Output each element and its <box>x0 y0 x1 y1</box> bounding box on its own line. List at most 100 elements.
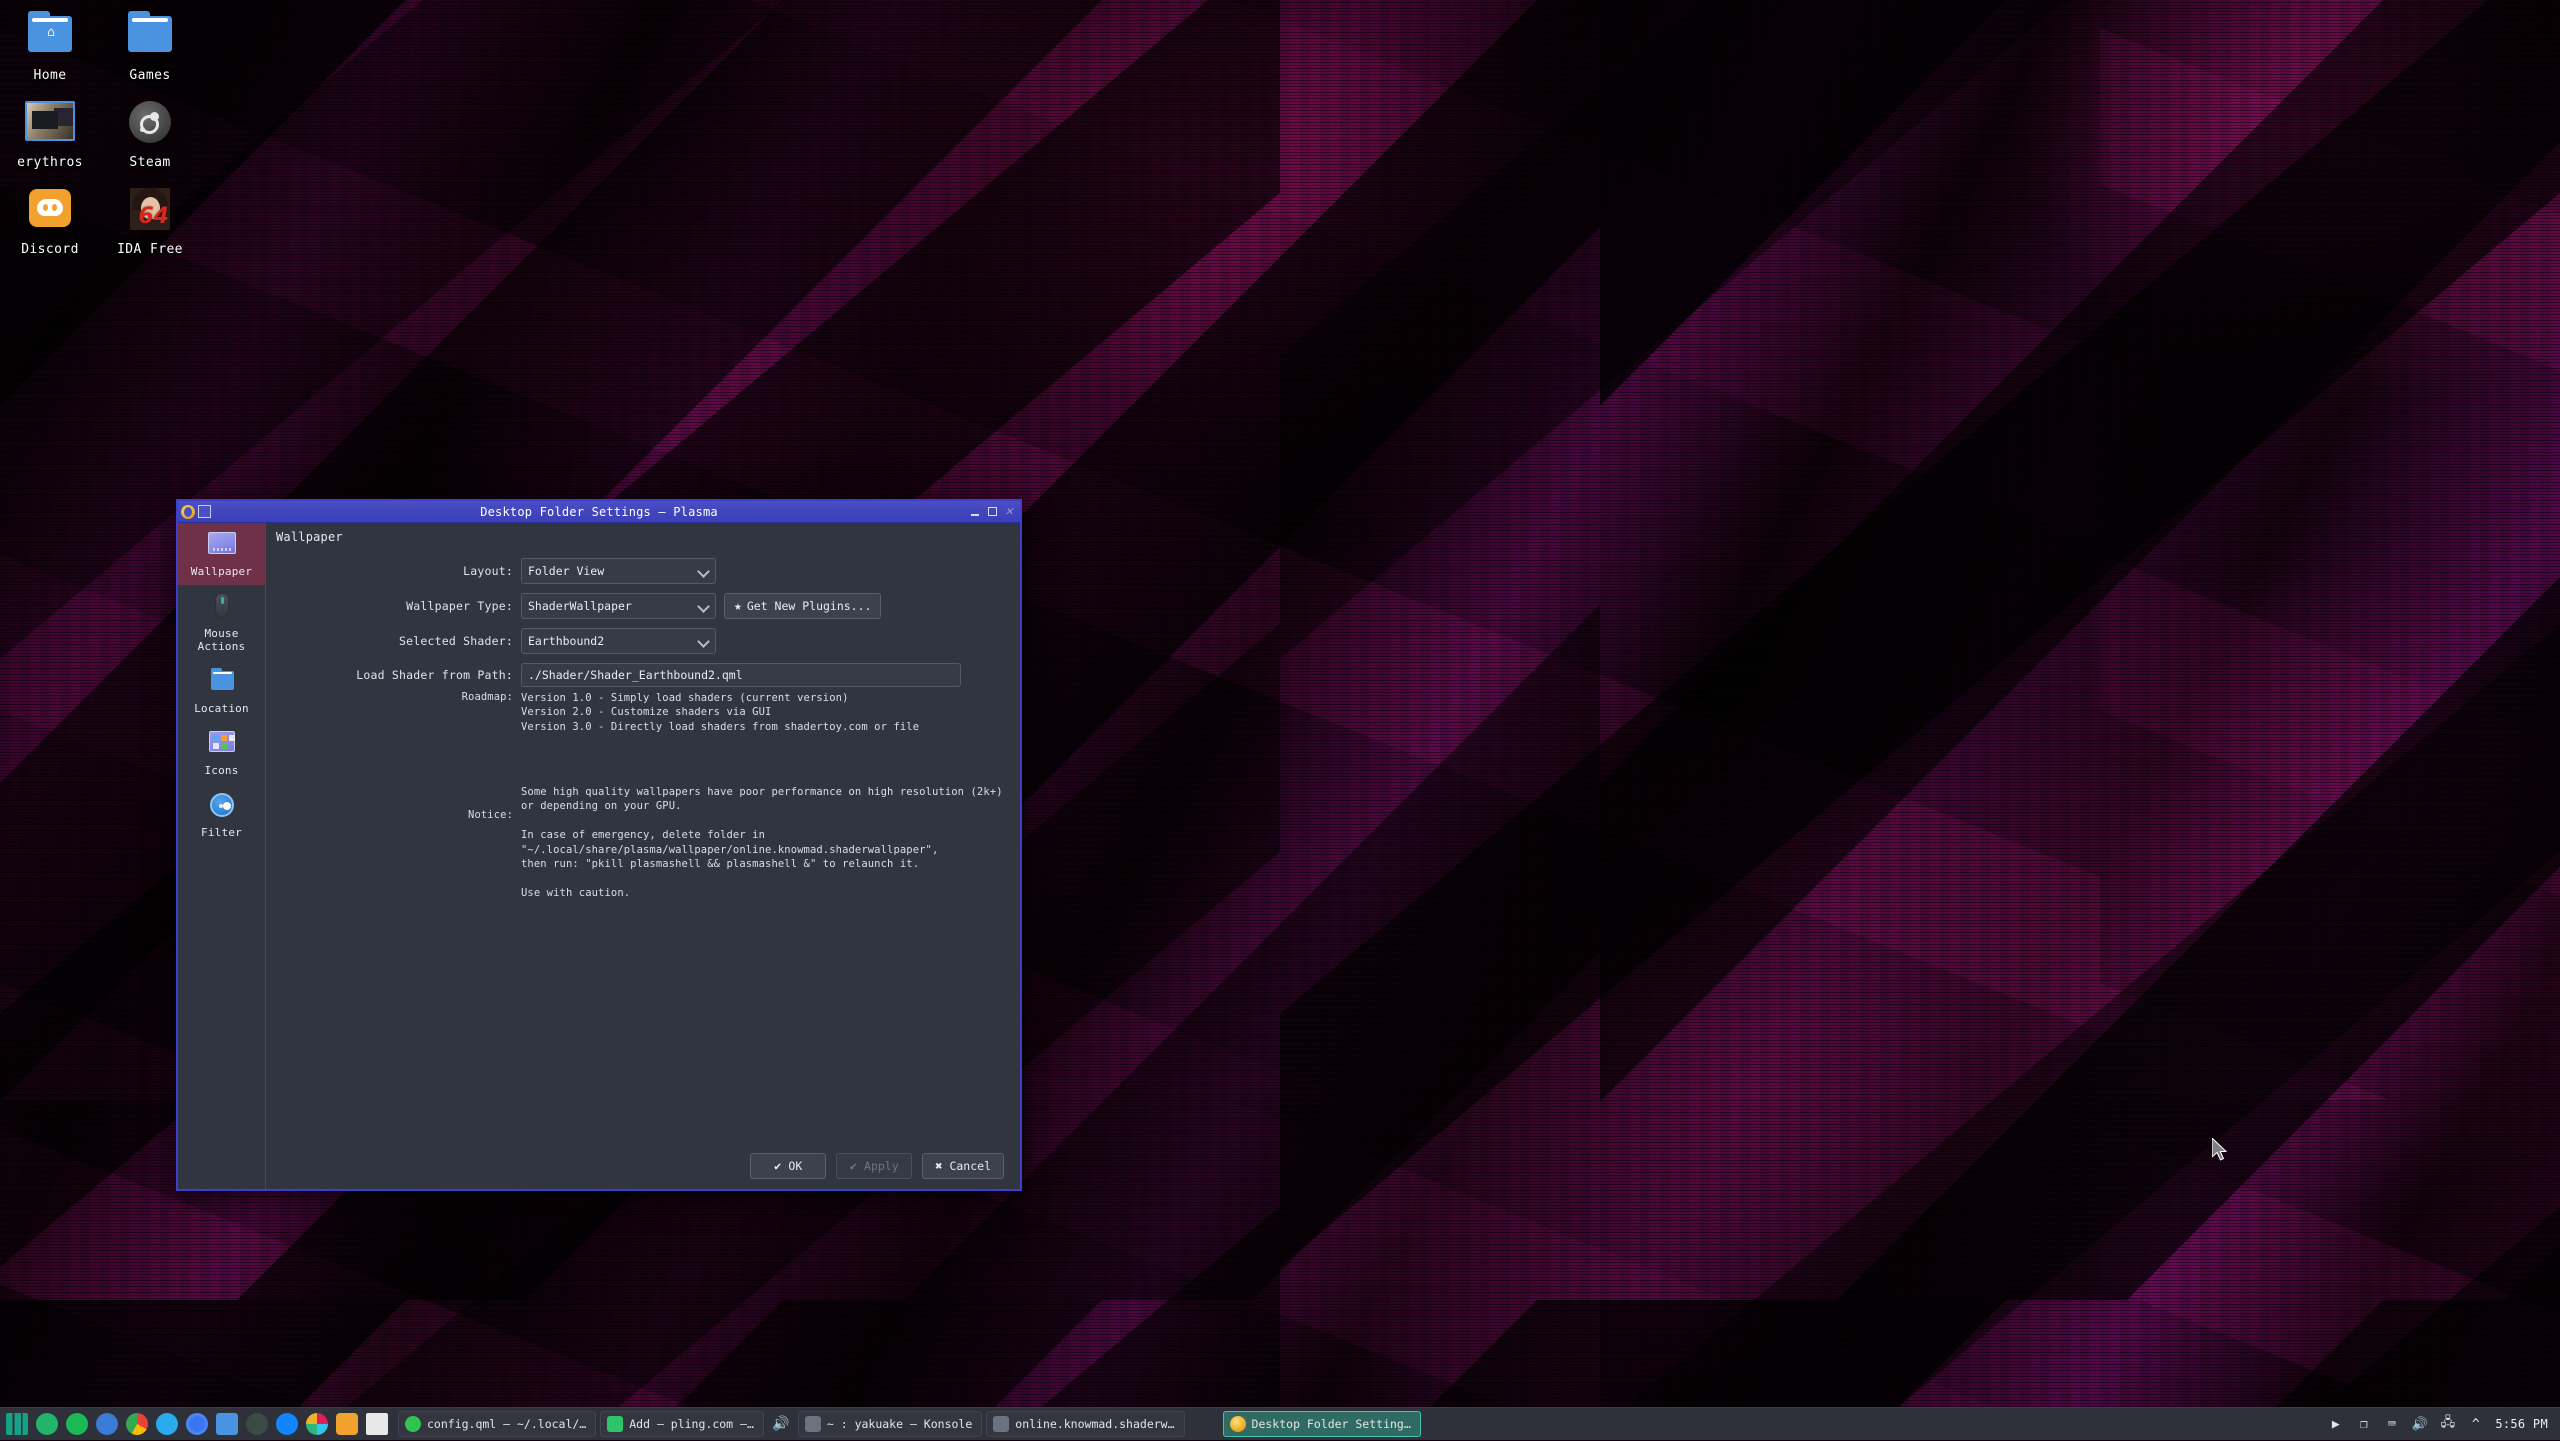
page-title: Wallpaper <box>266 523 1020 544</box>
get-new-plugins-label: Get New Plugins... <box>747 599 872 613</box>
spotify-icon[interactable] <box>62 1408 92 1441</box>
desktop-icon-ida-free[interactable]: 64 IDA Free <box>100 180 200 267</box>
ok-label: OK <box>788 1159 802 1173</box>
dolphin-icon[interactable] <box>212 1408 242 1441</box>
taskbar: config.qml — ~/.local/… Add — pling.com … <box>0 1407 2560 1440</box>
cross-icon: ✖ <box>935 1160 942 1172</box>
signal-icon[interactable] <box>182 1408 212 1441</box>
desktop-folder-settings-dialog: Desktop Folder Settings — Plasma ✕ Wallp… <box>176 499 1022 1191</box>
keyboard-icon[interactable]: ⌨ <box>2383 1416 2400 1433</box>
selected-shader-value: Earthbound2 <box>528 634 604 648</box>
sidebar-item-icons[interactable]: Icons <box>178 722 265 784</box>
task-yakuake-konsole[interactable]: ~ : yakuake — Konsole <box>798 1411 982 1437</box>
sidebar-item-label: Mouse Actions <box>178 627 265 653</box>
chevron-down-icon <box>699 601 709 611</box>
sidebar-item-label: Icons <box>178 764 265 777</box>
sidebar-item-filter[interactable]: Filter <box>178 784 265 846</box>
slack-icon[interactable] <box>302 1408 332 1441</box>
layout-combobox[interactable]: Folder View <box>521 558 716 584</box>
task-desktop-folder-settings[interactable]: Desktop Folder Setting… <box>1223 1411 1421 1437</box>
sidebar-item-label: Wallpaper <box>178 565 265 578</box>
telegram2-icon[interactable] <box>152 1408 182 1441</box>
check-icon: ✔ <box>850 1160 857 1172</box>
desktop-icon-home[interactable]: ⌂ Home <box>0 6 100 93</box>
plasma-icon <box>181 505 195 519</box>
roadmap-text: Version 1.0 - Simply load shaders (curre… <box>521 691 919 734</box>
clock[interactable]: 5:56 PM <box>2495 1417 2548 1431</box>
settings-main-panel: Wallpaper Layout: Folder View Wallpaper … <box>266 523 1020 1189</box>
desktop-icon-games[interactable]: Games <box>100 6 200 93</box>
selected-shader-combobox[interactable]: Earthbound2 <box>521 628 716 654</box>
get-new-plugins-button[interactable]: ★ Get New Plugins... <box>724 593 881 619</box>
close-icon[interactable]: ✕ <box>1001 504 1017 520</box>
dialog-titlebar[interactable]: Desktop Folder Settings — Plasma ✕ <box>178 501 1020 523</box>
task-config-qml[interactable]: config.qml — ~/.local/… <box>398 1411 596 1437</box>
dialog-button-box: ✔ OK ✔ Apply ✖ Cancel <box>266 1153 1020 1179</box>
wallpaper-form: Layout: Folder View Wallpaper Type: Shad… <box>266 558 1020 687</box>
system-tray: ▶ ❐ ⌨ 🔊 🖧 ^ 5:56 PM <box>2327 1416 2560 1433</box>
media-play-icon[interactable]: ▶ <box>2327 1416 2344 1433</box>
form-row-load-shader-path: Load Shader from Path: ./Shader/Shader_E… <box>266 663 1020 687</box>
load-shader-path-input[interactable]: ./Shader/Shader_Earthbound2.qml <box>521 663 961 687</box>
task-label: Add — pling.com —… <box>629 1417 754 1431</box>
desktop-icon-label: Discord <box>0 242 100 257</box>
kate-icon <box>405 1416 421 1432</box>
desktop-icon-steam[interactable]: Steam <box>100 93 200 180</box>
desktop-icon-discord[interactable]: Discord <box>0 180 100 267</box>
sidebar-item-location[interactable]: Location <box>178 660 265 722</box>
icons-grid-icon <box>205 730 239 760</box>
titlebar-window-buttons: ✕ <box>967 504 1020 520</box>
maximize-icon[interactable] <box>984 504 1000 520</box>
taskbar-launchers <box>0 1408 392 1441</box>
chevron-down-icon <box>699 566 709 576</box>
form-row-selected-shader: Selected Shader: Earthbound2 <box>266 628 1020 654</box>
minimize-icon[interactable] <box>967 504 983 520</box>
wallpaper-type-combobox[interactable]: ShaderWallpaper <box>521 593 716 619</box>
selected-shader-label: Selected Shader: <box>266 634 521 648</box>
taskbar-windows: config.qml — ~/.local/… Add — pling.com … <box>398 1408 1421 1441</box>
window-menu-icon[interactable] <box>198 505 211 518</box>
volume-icon[interactable]: 🔊 <box>2411 1416 2428 1433</box>
sidebar-item-wallpaper[interactable]: Wallpaper <box>178 523 265 585</box>
wallpaper-type-value: ShaderWallpaper <box>528 599 632 613</box>
ok-button[interactable]: ✔ OK <box>750 1153 826 1179</box>
thunderbird-icon[interactable] <box>92 1408 122 1441</box>
plasma-icon <box>1230 1416 1246 1432</box>
konsole-icon <box>805 1416 821 1432</box>
cancel-button[interactable]: ✖ Cancel <box>922 1153 1004 1179</box>
keepassxc-icon[interactable] <box>242 1408 272 1441</box>
discord-icon[interactable] <box>332 1408 362 1441</box>
konsole-icon <box>993 1416 1009 1432</box>
network-icon[interactable]: 🖧 <box>2439 1416 2456 1433</box>
notice-text: Some high quality wallpapers have poor p… <box>521 785 1003 901</box>
desktop-icon-label: Games <box>100 68 200 83</box>
desktop-icon-label: Steam <box>100 155 200 170</box>
notice-label: Notice: <box>266 785 521 901</box>
desktop-icon-erythros[interactable]: erythros <box>0 93 100 180</box>
layout-label: Layout: <box>266 564 521 578</box>
load-shader-path-label: Load Shader from Path: <box>266 668 521 682</box>
titlebar-left-controls <box>178 505 211 519</box>
manjaro-icon[interactable] <box>2 1408 32 1441</box>
task-label: config.qml — ~/.local/… <box>427 1417 586 1431</box>
desktop-icon-label: erythros <box>0 155 100 170</box>
chrome-icon[interactable] <box>122 1408 152 1441</box>
task-add-pling[interactable]: Add — pling.com —… <box>600 1411 764 1437</box>
telegram-icon[interactable] <box>32 1408 62 1441</box>
clipboard-icon[interactable]: ❐ <box>2355 1416 2372 1433</box>
task-label: online.knowmad.shaderw… <box>1015 1417 1174 1431</box>
show-hidden-icon[interactable]: ^ <box>2467 1416 2484 1433</box>
settings-sidebar: Wallpaper Mouse Actions Location Icons F… <box>178 523 266 1189</box>
task-shaderwallpaper-konsole[interactable]: online.knowmad.shaderw… <box>986 1411 1184 1437</box>
mouse-icon <box>205 593 239 623</box>
desktop-icons: ⌂ Home Games erythros Steam Discord 64 I… <box>0 6 210 267</box>
apply-button: ✔ Apply <box>836 1153 912 1179</box>
load-shader-path-value: ./Shader/Shader_Earthbound2.qml <box>528 668 743 682</box>
bluesky-icon[interactable] <box>272 1408 302 1441</box>
unity-icon[interactable] <box>362 1408 392 1441</box>
folder-icon <box>205 668 239 698</box>
sidebar-item-mouse-actions[interactable]: Mouse Actions <box>178 585 265 660</box>
sidebar-item-label: Location <box>178 702 265 715</box>
steam-icon <box>121 99 179 149</box>
volume-icon[interactable]: 🔊 <box>768 1408 794 1441</box>
